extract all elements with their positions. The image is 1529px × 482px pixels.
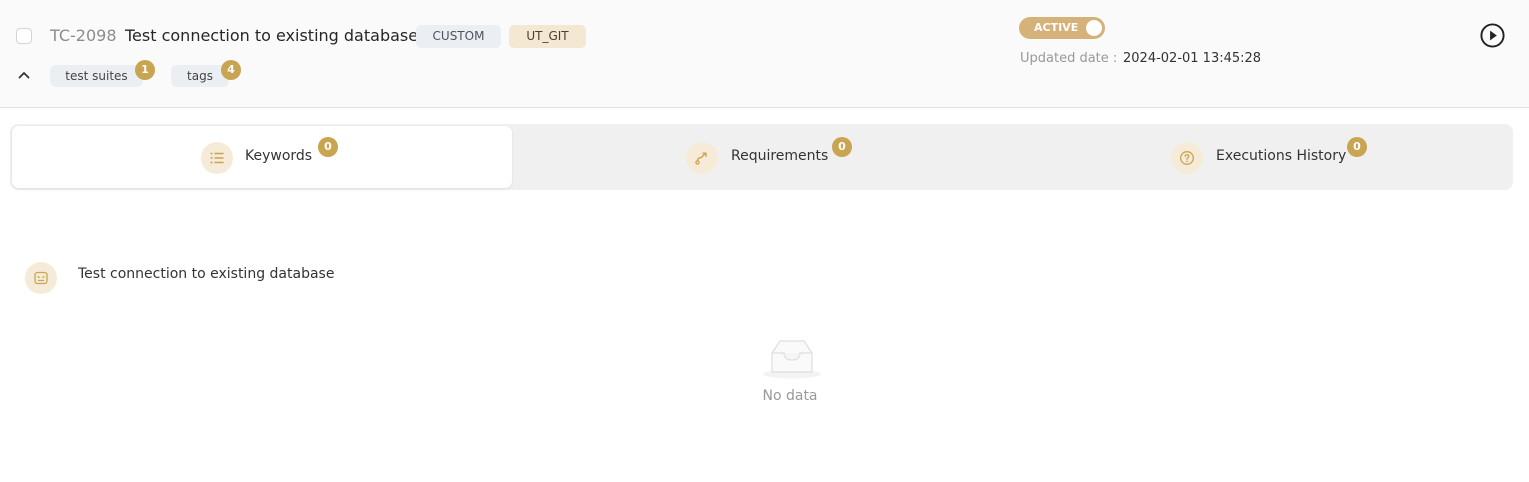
tab-keywords-count: 0 <box>318 137 338 157</box>
detail-tabs: Keywords 0 Requirements 0 Executions His… <box>10 124 1513 190</box>
tab-requirements-label: Requirements <box>731 148 829 164</box>
tab-requirements[interactable]: Requirements 0 <box>512 126 1012 188</box>
test-case-title: Test connection to existing database <box>125 26 419 45</box>
tags-count-badge: 4 <box>221 60 241 80</box>
chevron-up-icon[interactable] <box>16 67 32 83</box>
tab-keywords-label: Keywords <box>245 148 313 164</box>
type-badge: CUSTOM <box>416 25 501 48</box>
empty-state-text: No data <box>762 388 818 404</box>
test-case-header: TC-2098 Test connection to existing data… <box>0 0 1529 108</box>
robot-icon <box>25 262 57 294</box>
list-icon <box>201 142 233 174</box>
test-suites-count-badge: 1 <box>135 60 155 80</box>
source-badge: UT_GIT <box>509 25 586 48</box>
status-toggle[interactable]: ACTIVE <box>1019 17 1105 39</box>
tab-executions-history-count: 0 <box>1347 137 1367 157</box>
status-toggle-knob <box>1086 20 1102 36</box>
keyword-section-title: Test connection to existing database <box>78 266 335 282</box>
help-circle-icon <box>1171 142 1203 174</box>
route-icon <box>686 142 718 174</box>
updated-date-value: 2024-02-01 13:45:28 <box>1123 51 1262 66</box>
empty-inbox-icon <box>763 340 821 379</box>
tab-executions-history-label: Executions History <box>1216 148 1347 164</box>
test-suites-chip[interactable]: test suites <box>50 65 143 87</box>
updated-date-label: Updated date : <box>1020 51 1118 66</box>
tab-requirements-count: 0 <box>832 137 852 157</box>
test-case-id: TC-2098 <box>50 26 117 45</box>
tab-executions-history[interactable]: Executions History 0 <box>1012 126 1511 188</box>
select-checkbox[interactable] <box>16 28 32 44</box>
tab-keywords[interactable]: Keywords 0 <box>12 126 512 188</box>
status-toggle-label: ACTIVE <box>1034 21 1079 34</box>
play-icon[interactable] <box>1479 22 1506 49</box>
